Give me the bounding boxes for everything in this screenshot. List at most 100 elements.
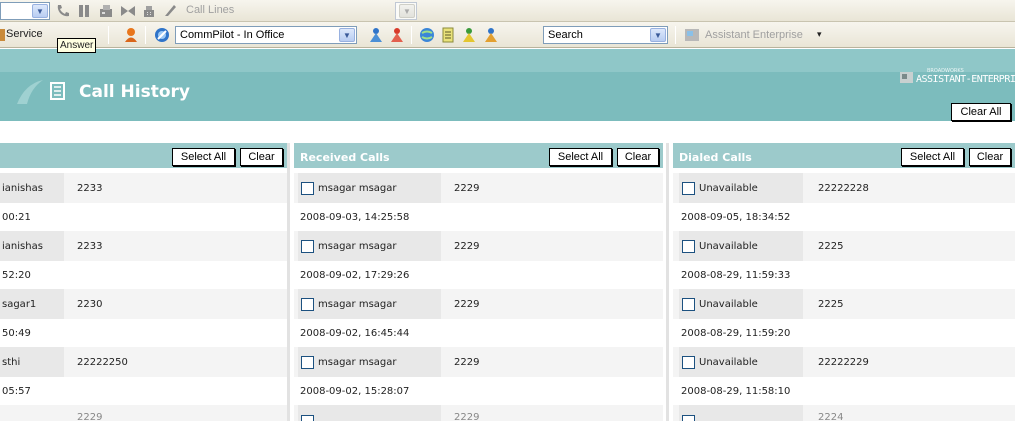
table-row[interactable]: 2229 <box>294 405 663 421</box>
caller-name[interactable]: sagar1 <box>0 289 64 319</box>
fax-icon[interactable] <box>98 3 114 19</box>
table-row[interactable]: 2229 <box>0 405 287 421</box>
caller-name[interactable]: Unavailable <box>679 347 803 377</box>
dialed-calls-column: Dialed Calls Select All Clear Unavailabl… <box>673 143 1015 421</box>
table-row[interactable]: Unavailable 22222228 2008-09-05, 18:34:5… <box>673 173 1015 231</box>
row-checkbox[interactable] <box>301 355 314 369</box>
transfer-icon[interactable] <box>120 3 136 19</box>
caller-name[interactable]: msagar msagar <box>298 173 441 203</box>
toolbar-call-controls: ▼ Call Lines ▼ <box>0 0 1015 22</box>
chevron-down-icon[interactable]: ▼ <box>339 28 355 42</box>
select-all-button[interactable]: Select All <box>172 148 235 166</box>
column-header: Received Calls Select All Clear <box>294 143 663 169</box>
clear-all-button[interactable]: Clear All <box>951 103 1011 121</box>
row-checkbox[interactable] <box>301 415 314 421</box>
phone-icon[interactable] <box>55 3 71 19</box>
table-row[interactable]: sthi 22222250 05:57 <box>0 347 287 405</box>
service-label[interactable]: Service <box>6 28 43 40</box>
toolbar-separator <box>411 26 412 44</box>
handset-icon[interactable] <box>163 3 179 19</box>
globe-icon[interactable] <box>419 27 435 43</box>
page-header-strip <box>0 49 1015 72</box>
table-row[interactable]: 2224 <box>673 405 1015 421</box>
select-all-button[interactable]: Select All <box>549 148 612 166</box>
assistant-icon[interactable] <box>684 27 700 43</box>
row-checkbox[interactable] <box>682 239 695 253</box>
logo-text: ASSISTANT-ENTERPRISE <box>916 74 1015 85</box>
caller-number: 2225 <box>818 298 844 310</box>
answer-tooltip: Answer <box>57 38 97 53</box>
call-timestamp: 05:57 <box>2 385 31 397</box>
caller-name[interactable]: msagar msagar <box>298 347 441 377</box>
page-title: Call History <box>79 82 190 102</box>
call-timestamp: 2008-09-02, 16:45:44 <box>300 327 410 339</box>
caller-name[interactable]: ianishas <box>0 231 64 261</box>
caller-name[interactable]: sthi <box>0 347 64 377</box>
commpilot-icon[interactable] <box>154 27 170 43</box>
toolbar-separator <box>145 26 146 44</box>
table-row[interactable]: msagar msagar 2229 2008-09-02, 15:28:07 <box>294 347 663 405</box>
contacts-remove-icon[interactable] <box>389 27 405 43</box>
table-row[interactable]: Unavailable 2225 2008-08-29, 11:59:20 <box>673 289 1015 347</box>
row-checkbox[interactable] <box>682 181 695 195</box>
missed-calls-column: Select All Clear ianishas 2233 00:21 ian… <box>0 143 287 421</box>
row-checkbox[interactable] <box>301 297 314 311</box>
call-lines-select[interactable]: ▼ <box>395 2 417 20</box>
table-row[interactable]: Unavailable 22222229 2008-08-29, 11:58:1… <box>673 347 1015 405</box>
table-row[interactable]: msagar msagar 2229 2008-09-02, 16:45:44 <box>294 289 663 347</box>
call-timestamp: 2008-08-29, 11:58:10 <box>681 385 791 397</box>
group-directory-icon[interactable] <box>461 27 477 43</box>
caller-name[interactable]: ianishas <box>0 173 64 203</box>
column-header: Select All Clear <box>0 143 287 169</box>
caller-name[interactable]: Unavailable <box>679 289 803 319</box>
conference-icon[interactable] <box>141 3 157 19</box>
table-row[interactable]: ianishas 2233 00:21 <box>0 173 287 231</box>
clear-button[interactable]: Clear <box>617 148 659 166</box>
table-row[interactable]: ianishas 2233 52:20 <box>0 231 287 289</box>
call-history-icon <box>49 81 67 101</box>
caller-number: 2230 <box>77 298 103 310</box>
search-select[interactable]: Search ▼ <box>543 26 668 44</box>
select-all-button[interactable]: Select All <box>901 148 964 166</box>
caller-name[interactable]: Unavailable <box>679 231 803 261</box>
caller-number: 2225 <box>818 240 844 252</box>
row-checkbox[interactable] <box>682 415 695 421</box>
caller-name[interactable]: msagar msagar <box>298 231 441 261</box>
clear-button[interactable]: Clear <box>969 148 1011 166</box>
assistant-dropdown-icon[interactable]: ▾ <box>817 29 822 40</box>
column-divider <box>287 143 290 421</box>
caller-name[interactable]: msagar msagar <box>298 289 441 319</box>
row-checkbox[interactable] <box>682 355 695 369</box>
presence-icon[interactable] <box>123 27 139 43</box>
row-checkbox[interactable] <box>301 239 314 253</box>
row-checkbox[interactable] <box>682 297 695 311</box>
chevron-down-icon[interactable]: ▼ <box>650 28 666 42</box>
chevron-down-icon[interactable]: ▼ <box>32 4 48 18</box>
caller-number: 2233 <box>77 240 103 252</box>
row-checkbox[interactable] <box>301 181 314 195</box>
contacts-icon[interactable] <box>368 27 384 43</box>
line-select[interactable]: ▼ <box>0 2 50 20</box>
column-header: Dialed Calls Select All Clear <box>673 143 1015 169</box>
chevron-down-icon[interactable]: ▼ <box>399 4 415 18</box>
table-row[interactable]: Unavailable 2225 2008-08-29, 11:59:33 <box>673 231 1015 289</box>
assistant-enterprise-label[interactable]: Assistant Enterprise <box>705 29 803 41</box>
hold-icon[interactable] <box>76 3 92 19</box>
caller-name[interactable] <box>298 405 441 421</box>
toolbar-separator <box>108 26 109 44</box>
commpilot-status-select[interactable]: CommPilot - In Office ▼ <box>175 26 357 44</box>
column-title: Received Calls <box>300 151 390 164</box>
commpilot-status-value: CommPilot - In Office <box>180 29 285 41</box>
caller-name[interactable] <box>679 405 803 421</box>
table-row[interactable]: msagar msagar 2229 2008-09-02, 17:29:26 <box>294 231 663 289</box>
table-row[interactable]: msagar msagar 2229 2008-09-03, 14:25:58 <box>294 173 663 231</box>
call-lines-label: Call Lines <box>186 4 235 16</box>
clear-button[interactable]: Clear <box>240 148 283 166</box>
received-calls-column: Received Calls Select All Clear msagar m… <box>294 143 663 421</box>
call-timestamp: 00:21 <box>2 211 31 223</box>
directory-icon[interactable] <box>440 27 456 43</box>
table-row[interactable]: sagar1 2230 50:49 <box>0 289 287 347</box>
personal-directory-icon[interactable] <box>483 27 499 43</box>
caller-number: 22222228 <box>818 182 869 194</box>
caller-name[interactable]: Unavailable <box>679 173 803 203</box>
